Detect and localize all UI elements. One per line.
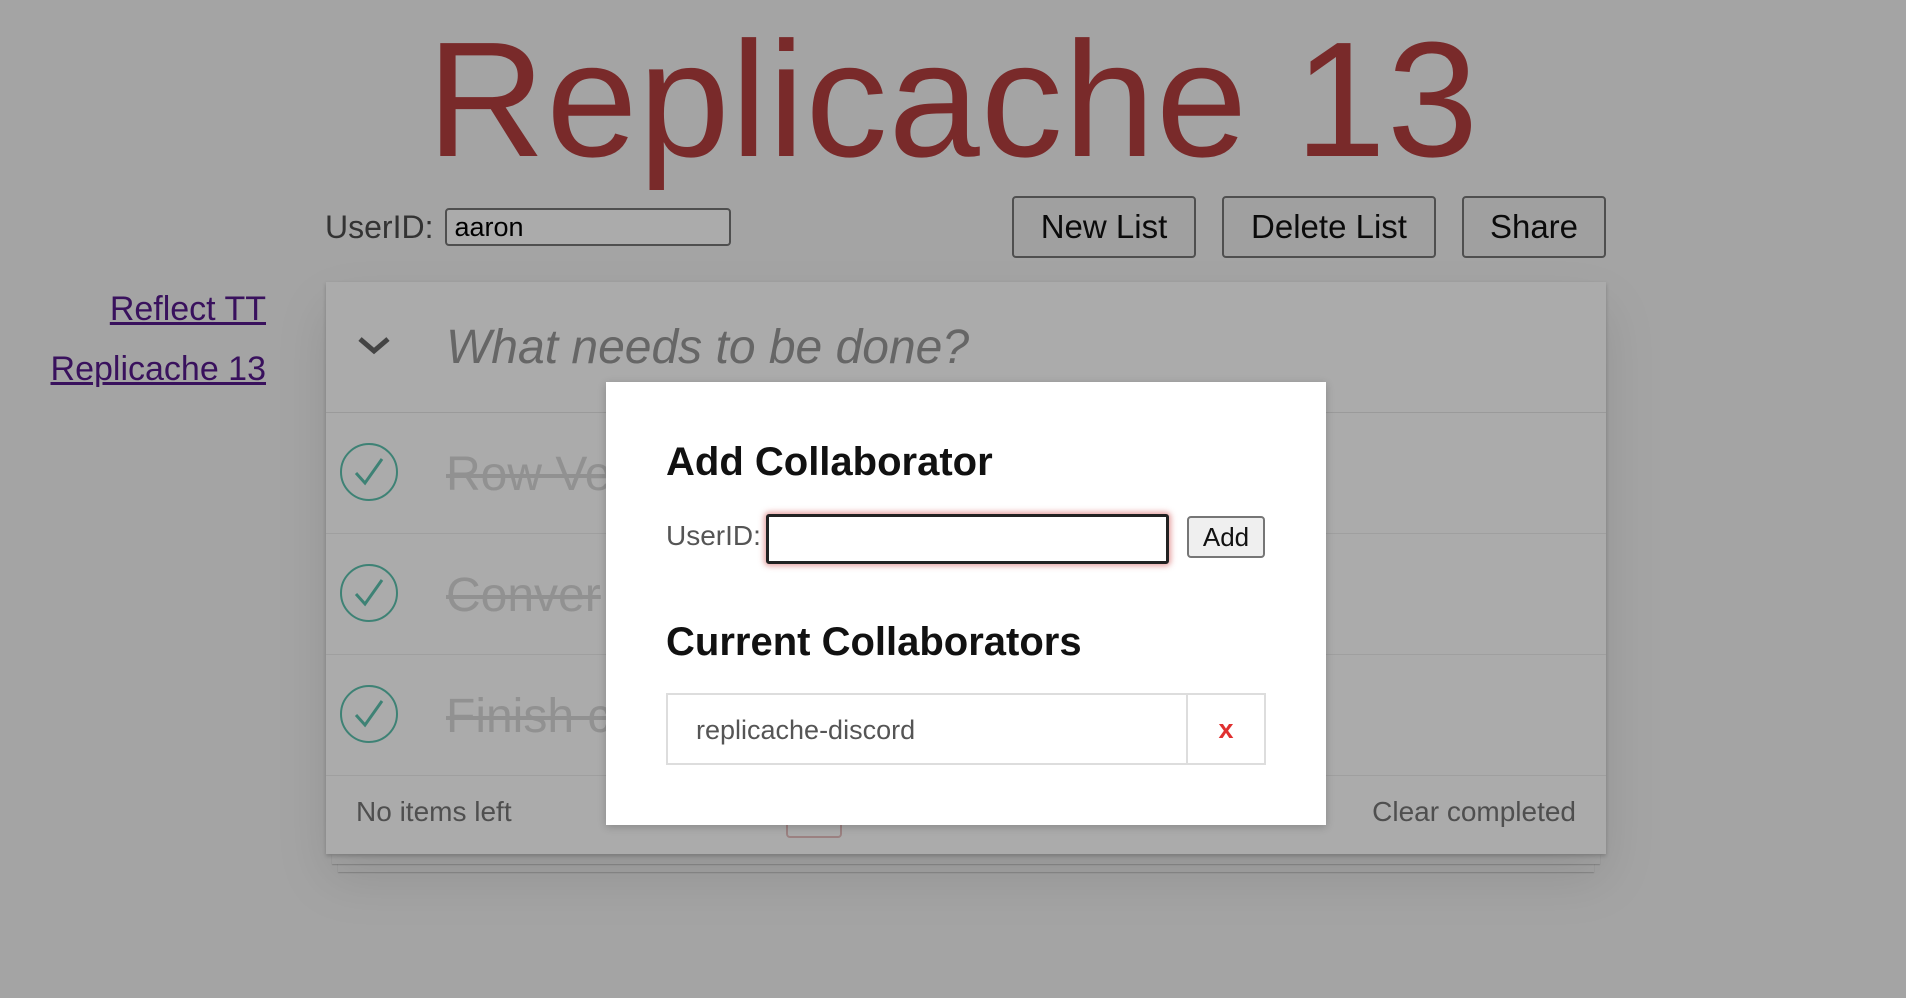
current-collaborators-title: Current Collaborators bbox=[666, 620, 1082, 664]
add-collaborator-button[interactable]: Add bbox=[1187, 516, 1265, 558]
collaborator-userid-input[interactable] bbox=[766, 514, 1169, 564]
collaborator-row: replicache-discord x bbox=[666, 693, 1266, 765]
share-modal: Add Collaborator UserID: Add Current Col… bbox=[606, 382, 1326, 825]
add-collaborator-title: Add Collaborator bbox=[666, 440, 993, 484]
modal-userid-label: UserID: bbox=[666, 520, 761, 551]
remove-collaborator-button[interactable]: x bbox=[1186, 695, 1264, 763]
collaborator-name: replicache-discord bbox=[696, 715, 916, 745]
